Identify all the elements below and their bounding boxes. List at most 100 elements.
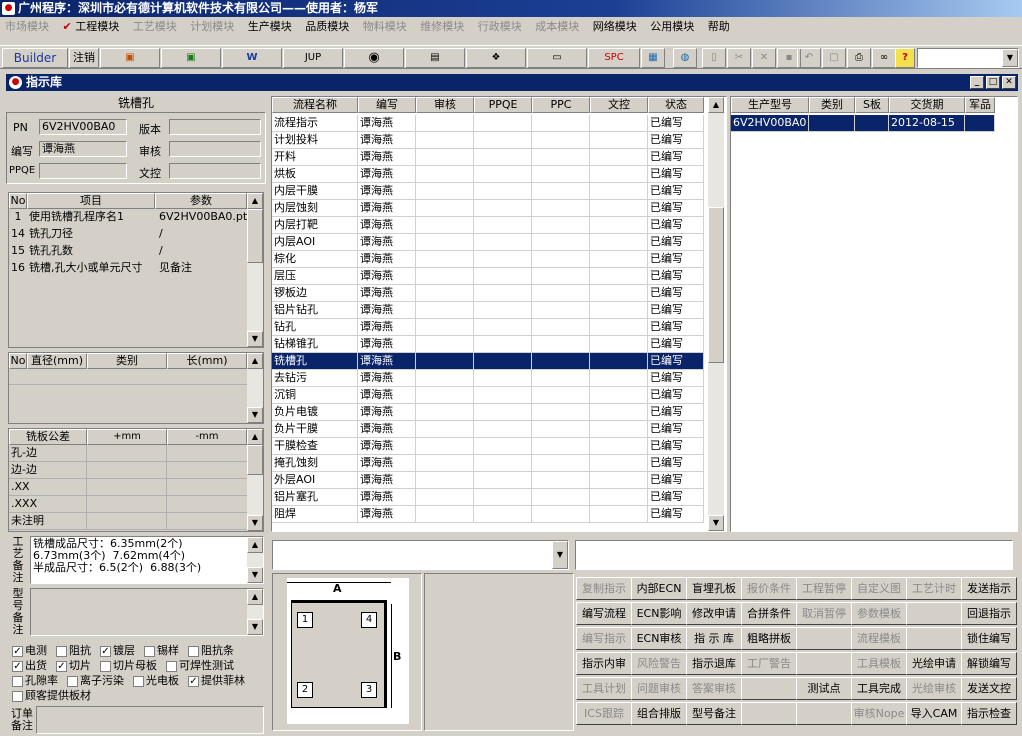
menu-help[interactable]: 帮助	[703, 17, 735, 37]
action-button[interactable]	[741, 702, 797, 725]
action-button[interactable]: 测试点	[796, 677, 852, 700]
action-button[interactable]	[741, 677, 797, 700]
process-row[interactable]: 去钻污 谭海燕 已编写	[272, 370, 704, 387]
tol-minus[interactable]	[167, 496, 247, 513]
scroll-thumb[interactable]	[247, 445, 263, 475]
action-button[interactable]: 工具模板	[851, 652, 907, 675]
action-button[interactable]: 答案审核	[686, 677, 742, 700]
action-button[interactable]: 粗略拼板	[741, 627, 797, 650]
checkbox[interactable]: ✓	[100, 645, 111, 657]
checkbox-option[interactable]: 阻抗条	[188, 644, 234, 657]
checkbox[interactable]	[144, 645, 155, 657]
search-input[interactable]	[575, 540, 1013, 570]
new-doc-icon[interactable]: ▯	[702, 48, 726, 68]
process-note-box[interactable]: 铣槽成品尺寸：6.35mm(2个) 6.73mm(3个) 7.62mm(4个) …	[30, 536, 264, 584]
process-row[interactable]: 内层打靶 谭海燕 已编写	[272, 217, 704, 234]
action-button[interactable]: 光绘申请	[906, 652, 962, 675]
menu-public[interactable]: 公用模块	[645, 17, 699, 37]
tol-row[interactable]: 未注明	[9, 513, 247, 530]
computer-icon[interactable]: ▭	[527, 48, 587, 68]
action-button[interactable]: 审核Nope	[851, 702, 907, 725]
checkbox[interactable]	[12, 690, 23, 702]
tol-plus[interactable]	[87, 496, 167, 513]
menu-maintenance[interactable]: 维修模块	[415, 17, 469, 37]
action-button[interactable]: 编写指示	[576, 627, 632, 650]
scroll-thumb[interactable]	[708, 207, 724, 363]
pn-field[interactable]: 6V2HV00BA0	[39, 119, 127, 135]
menu-market[interactable]: 市场模块	[0, 17, 54, 37]
delete-icon[interactable]: ✕	[752, 48, 776, 68]
scroll-down-icon[interactable]: ▼	[247, 567, 263, 583]
order-note-box[interactable]	[36, 706, 264, 734]
action-button[interactable]: ECN审核	[631, 627, 687, 650]
tol-minus[interactable]	[167, 479, 247, 496]
process-row[interactable]: 锣板边 谭海燕 已编写	[272, 285, 704, 302]
process-row[interactable]: 阻焊 谭海燕 已编写	[272, 506, 704, 523]
help-icon[interactable]: ?	[895, 48, 915, 68]
action-button[interactable]: 指示退库	[686, 652, 742, 675]
action-button[interactable]: 光绘审核	[906, 677, 962, 700]
checkbox-option[interactable]: 光电板	[133, 674, 179, 687]
action-button[interactable]: 问题审核	[631, 677, 687, 700]
checkbox-option[interactable]: 锡样	[144, 644, 179, 657]
action-button[interactable]: 组合排版	[631, 702, 687, 725]
params-scrollbar[interactable]: ▲ ▼	[247, 193, 263, 347]
process-row[interactable]: 开料 谭海燕 已编写	[272, 149, 704, 166]
action-button[interactable]: ECN影响	[631, 602, 687, 625]
checkbox-option[interactable]: 离子污染	[67, 674, 124, 687]
action-button[interactable]: 盲埋孔板	[686, 577, 742, 600]
params-row[interactable]: 16 铣槽,孔大小或单元尺寸 见备注	[9, 260, 247, 277]
action-button[interactable]: 修改申请	[686, 602, 742, 625]
action-button[interactable]: 发送文控	[961, 677, 1017, 700]
action-button[interactable]: 指 示 库	[686, 627, 742, 650]
tol-minus[interactable]	[167, 445, 247, 462]
process-row[interactable]: 烘板 谭海燕 已编写	[272, 166, 704, 183]
action-button[interactable]: 指示检查	[961, 702, 1017, 725]
note-scrollbar[interactable]: ▲ ▼	[247, 537, 263, 583]
action-button[interactable]	[796, 702, 852, 725]
process-row[interactable]: 计划投料 谭海燕 已编写	[272, 132, 704, 149]
jup-button[interactable]: JUP	[283, 48, 343, 68]
action-button[interactable]: 锁住编写	[961, 627, 1017, 650]
menu-quality[interactable]: 品质模块	[300, 17, 354, 37]
action-button[interactable]: 工厂警告	[741, 652, 797, 675]
tol-row[interactable]: .XX	[9, 479, 247, 496]
toolbar-combo[interactable]: ▼	[917, 48, 1019, 68]
action-button[interactable]: 工具完成	[851, 677, 907, 700]
checkbox[interactable]	[12, 675, 23, 687]
process-row[interactable]: 内层干膜 谭海燕 已编写	[272, 183, 704, 200]
process-row[interactable]: 铝片塞孔 谭海燕 已编写	[272, 489, 704, 506]
review-field[interactable]	[169, 141, 261, 157]
model-note-scrollbar[interactable]: ▲ ▼	[247, 589, 263, 635]
menu-cost[interactable]: 成本模块	[530, 17, 584, 37]
action-button[interactable]	[796, 627, 852, 650]
action-button[interactable]	[906, 627, 962, 650]
checkbox-option[interactable]: ✓ 出货	[12, 659, 47, 672]
author-field[interactable]: 谭海燕	[39, 141, 127, 157]
cut-icon[interactable]: ✂	[727, 48, 751, 68]
calendar-icon[interactable]: ▦	[641, 48, 665, 68]
checkbox[interactable]	[56, 645, 67, 657]
menu-plan[interactable]: 计划模块	[185, 17, 239, 37]
word-icon[interactable]: W	[222, 48, 282, 68]
action-button[interactable]: 自定义图	[851, 577, 907, 600]
action-button[interactable]: 内部ECN	[631, 577, 687, 600]
scroll-down-icon[interactable]: ▼	[247, 407, 263, 423]
print-icon[interactable]: ⎙	[847, 48, 871, 68]
checkbox-option[interactable]: 孔隙率	[12, 674, 58, 687]
process-row[interactable]: 外层AOI 谭海燕 已编写	[272, 472, 704, 489]
tol-row[interactable]: 边-边	[9, 462, 247, 479]
process-row[interactable]: 沉铜 谭海燕 已编写	[272, 387, 704, 404]
checkbox[interactable]: ✓	[12, 645, 23, 657]
scroll-up-icon[interactable]: ▲	[247, 429, 263, 445]
tol-row[interactable]: .XXX	[9, 496, 247, 513]
checkbox-option[interactable]: 切片母板	[100, 659, 157, 672]
tol-minus[interactable]	[167, 513, 247, 530]
checkbox-option[interactable]: 可焊性测试	[166, 659, 234, 672]
action-button[interactable]: 工艺计时	[906, 577, 962, 600]
scroll-down-icon[interactable]: ▼	[247, 515, 263, 531]
action-button[interactable]: 型号备注	[686, 702, 742, 725]
menu-admin[interactable]: 行政模块	[473, 17, 527, 37]
checkbox[interactable]: ✓	[12, 660, 23, 672]
menu-material[interactable]: 物料模块	[358, 17, 412, 37]
